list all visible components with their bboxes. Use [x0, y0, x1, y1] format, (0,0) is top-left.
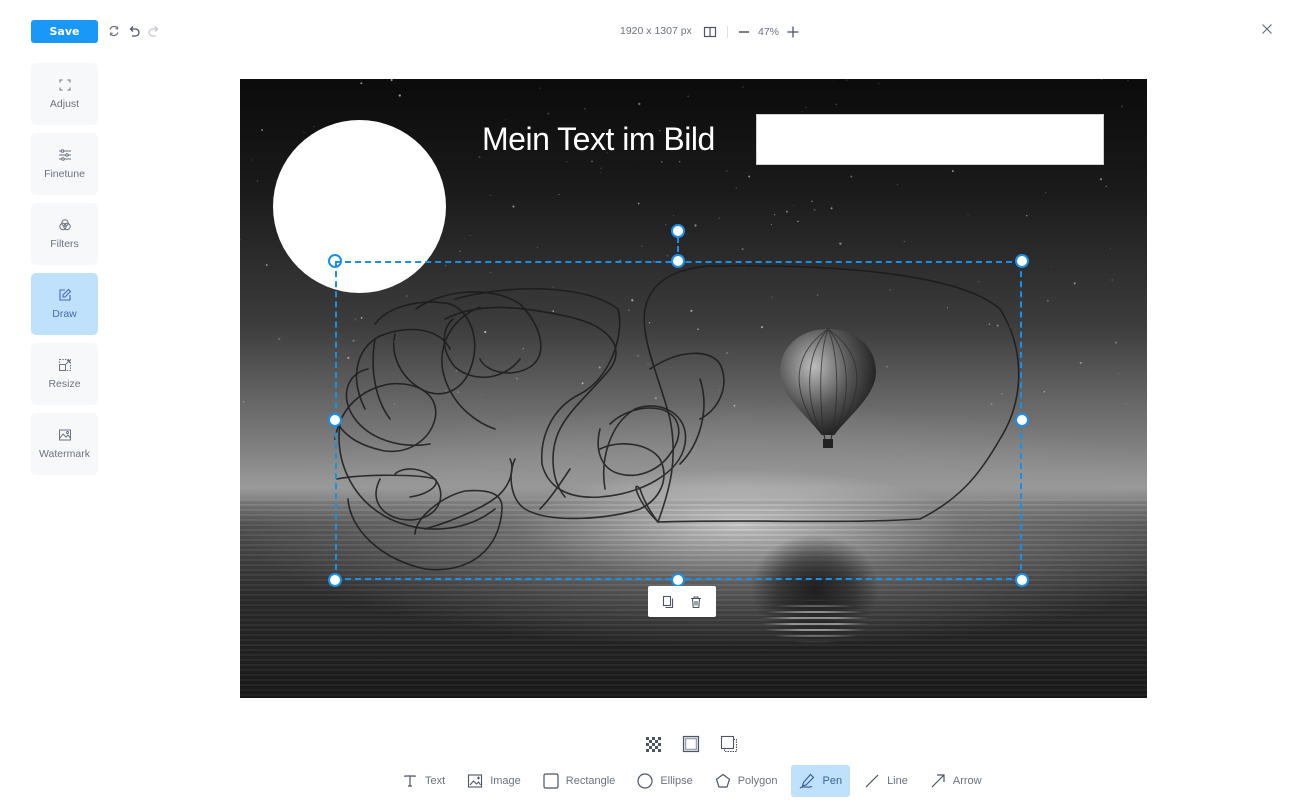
rectangle-icon: [543, 773, 559, 789]
tool-label: Arrow: [952, 775, 982, 787]
sidebar-item-label: Adjust: [49, 98, 80, 110]
tool-label: Ellipse: [660, 775, 693, 787]
sidebar-item-resize[interactable]: Resize: [31, 343, 98, 405]
tool-label: Image: [490, 775, 521, 787]
image-dimensions: 1920 x 1307 px: [620, 25, 692, 37]
tool-ellipse[interactable]: Ellipse: [629, 765, 700, 797]
tool-label: Text: [425, 775, 446, 787]
draw-tools: Text Image Rectangle Ellipse Polygon Pen: [394, 765, 996, 797]
transparency-icon[interactable]: [644, 735, 662, 753]
resize-handle-left[interactable]: [328, 413, 342, 427]
ellipse-icon: [637, 773, 653, 789]
tool-line[interactable]: Line: [856, 765, 916, 797]
tool-text[interactable]: Text: [394, 765, 453, 797]
zoom-level[interactable]: 47%: [758, 26, 779, 38]
compare-icon[interactable]: [703, 25, 717, 39]
zoom-in-icon[interactable]: [786, 25, 800, 39]
resize-handle-bottom-left[interactable]: [328, 573, 342, 587]
pen-icon: [799, 773, 815, 789]
tool-label: Polygon: [737, 775, 778, 787]
sidebar-item-label: Draw: [52, 308, 77, 320]
save-button[interactable]: Save: [31, 20, 98, 43]
tool-label: Rectangle: [565, 775, 616, 787]
watermark-icon: [58, 428, 72, 442]
sliders-icon: [58, 148, 72, 162]
shape-style-options: [644, 735, 738, 753]
sidebar-item-finetune[interactable]: Finetune: [31, 133, 98, 195]
sidebar-item-label: Resize: [48, 378, 81, 390]
tool-label: Pen: [822, 775, 843, 787]
zoom-out-icon[interactable]: [737, 25, 751, 39]
duplicate-icon[interactable]: [661, 595, 675, 609]
resize-icon: [58, 358, 72, 372]
tool-label: Line: [887, 775, 908, 787]
text-icon: [402, 773, 418, 789]
edit-icon: [58, 288, 72, 302]
tool-image[interactable]: Image: [459, 765, 529, 797]
tool-arrow[interactable]: Arrow: [922, 765, 990, 797]
sidebar: Adjust Finetune Filters Draw Resize Wate…: [31, 63, 98, 483]
resize-handle-top-right[interactable]: [1015, 254, 1029, 268]
arrow-icon: [930, 773, 946, 789]
resize-handle-top-left[interactable]: [328, 254, 342, 268]
rotate-handle[interactable]: [671, 224, 685, 238]
delete-icon[interactable]: [689, 595, 703, 609]
crop-icon: [58, 78, 72, 92]
sidebar-item-filters[interactable]: Filters: [31, 203, 98, 265]
tool-rectangle[interactable]: Rectangle: [535, 765, 624, 797]
shape-action-toolbar: [648, 586, 716, 617]
sidebar-item-label: Filters: [50, 238, 79, 250]
polygon-icon: [715, 773, 731, 789]
close-icon[interactable]: [1261, 23, 1273, 35]
stroke-icon[interactable]: [682, 735, 700, 753]
sidebar-item-label: Finetune: [44, 168, 85, 180]
line-icon: [864, 773, 880, 789]
redo-icon[interactable]: [147, 24, 161, 38]
divider: [727, 25, 728, 38]
tool-polygon[interactable]: Polygon: [707, 765, 786, 797]
resize-handle-bottom[interactable]: [671, 573, 685, 587]
resize-handle-right[interactable]: [1015, 413, 1029, 427]
sidebar-item-adjust[interactable]: Adjust: [31, 63, 98, 125]
tool-pen[interactable]: Pen: [791, 765, 851, 797]
revert-icon[interactable]: [107, 24, 121, 38]
sidebar-item-label: Watermark: [39, 448, 90, 460]
shadow-icon[interactable]: [720, 735, 738, 753]
zoom-controls: 47%: [703, 24, 800, 39]
resize-handle-bottom-right[interactable]: [1015, 573, 1029, 587]
sidebar-item-watermark[interactable]: Watermark: [31, 413, 98, 475]
image-icon: [467, 773, 483, 789]
filters-icon: [58, 218, 72, 232]
sidebar-item-draw[interactable]: Draw: [31, 273, 98, 335]
undo-icon[interactable]: [127, 24, 141, 38]
resize-handle-top[interactable]: [671, 254, 685, 268]
